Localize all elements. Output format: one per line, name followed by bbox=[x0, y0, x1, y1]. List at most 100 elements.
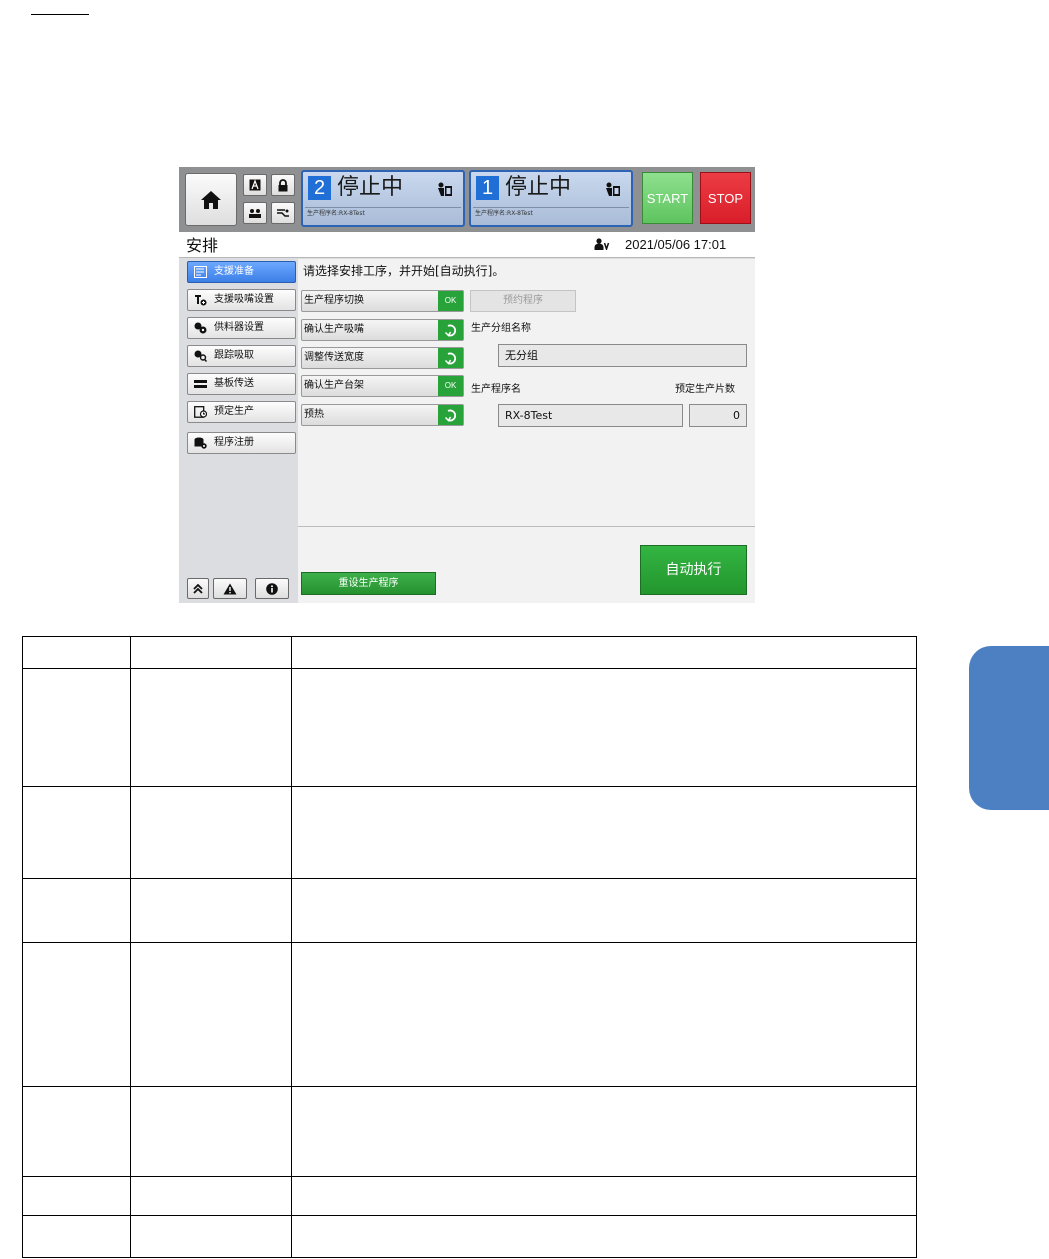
planned-count-label: 预定生产片数 bbox=[675, 384, 735, 395]
instruction-text: 请选择安排工序，并开始[自动执行]。 bbox=[303, 264, 505, 278]
start-button[interactable]: START bbox=[642, 172, 693, 224]
home-button[interactable] bbox=[185, 173, 237, 226]
chapter-side-tab bbox=[969, 646, 1049, 810]
table-cell bbox=[130, 878, 292, 943]
table-row bbox=[22, 668, 917, 787]
sidebar-item-board-transfer[interactable]: 基板传送 bbox=[187, 373, 296, 395]
table-cell bbox=[22, 878, 131, 943]
warning-icon bbox=[223, 583, 237, 594]
lane-1-status[interactable]: 1 停止中 生产程序名:RX-8Test bbox=[469, 170, 633, 227]
sidebar-item-label: 支援吸嘴设置 bbox=[214, 294, 274, 305]
table-cell bbox=[130, 1215, 292, 1258]
sidebar-item-program-register[interactable]: 程序注册 bbox=[187, 432, 296, 454]
group-name-label: 生产分组名称 bbox=[471, 323, 531, 334]
table-cell bbox=[130, 1086, 292, 1177]
hmi-screen: 2 停止中 生产程序名:RX-8Test 1 停止中 生产程序名:RX-8Tes… bbox=[179, 167, 755, 603]
table-cell bbox=[291, 786, 917, 879]
language-icon bbox=[249, 179, 261, 191]
users-button[interactable] bbox=[243, 202, 267, 224]
operator-clipboard-icon bbox=[438, 182, 452, 196]
warning-button[interactable] bbox=[213, 578, 247, 599]
table-cell bbox=[22, 636, 131, 669]
table-row bbox=[22, 1215, 917, 1258]
main-content: 请选择安排工序，并开始[自动执行]。 生产程序切换 OK 确认生产吸嘴 调整传送… bbox=[298, 259, 755, 603]
step-ok-badge: OK bbox=[438, 376, 463, 396]
hmi-header: 2 停止中 生产程序名:RX-8Test 1 停止中 生产程序名:RX-8Tes… bbox=[179, 167, 755, 232]
lane-2-status[interactable]: 2 停止中 生产程序名:RX-8Test bbox=[301, 170, 465, 227]
step-adjust-width[interactable]: 调整传送宽度 bbox=[301, 347, 464, 369]
tracking-icon bbox=[194, 350, 207, 362]
table-row bbox=[22, 878, 917, 943]
table-cell bbox=[291, 1086, 917, 1177]
description-table bbox=[22, 636, 917, 1258]
table-cell bbox=[22, 668, 131, 787]
sidebar-item-label: 程序注册 bbox=[214, 437, 254, 448]
checklist-icon bbox=[194, 266, 207, 278]
table-cell bbox=[22, 1176, 131, 1216]
lane-2-program: 生产程序名:RX-8Test bbox=[305, 207, 461, 223]
lane-1-state: 停止中 bbox=[505, 175, 572, 200]
step-label: 确认生产吸嘴 bbox=[304, 324, 364, 335]
info-button[interactable] bbox=[255, 578, 289, 599]
table-cell bbox=[291, 1176, 917, 1216]
reserve-program-button[interactable]: 预约程序 bbox=[470, 290, 576, 312]
schedule-icon bbox=[194, 406, 207, 418]
collapse-button[interactable] bbox=[187, 578, 209, 599]
table-row bbox=[22, 942, 917, 1087]
table-cell bbox=[130, 942, 292, 1087]
double-chevron-up-icon bbox=[193, 583, 203, 594]
step-label: 预热 bbox=[304, 409, 324, 420]
table-cell bbox=[291, 668, 917, 787]
sidebar-item-tracking-pickup[interactable]: 跟踪吸取 bbox=[187, 345, 296, 367]
sidebar-item-planned-production[interactable]: 预定生产 bbox=[187, 401, 296, 423]
table-header-row bbox=[22, 636, 917, 669]
step-preheat[interactable]: 预热 bbox=[301, 404, 464, 426]
program-name-field[interactable]: RX-8Test bbox=[498, 404, 683, 427]
table-row bbox=[22, 1086, 917, 1177]
sidebar-item-label: 跟踪吸取 bbox=[214, 350, 254, 361]
table-cell bbox=[130, 636, 292, 669]
lock-icon bbox=[278, 178, 288, 191]
group-name-field[interactable]: 无分组 bbox=[498, 344, 747, 367]
lock-button[interactable] bbox=[271, 174, 295, 196]
lane-2-state: 停止中 bbox=[337, 175, 404, 200]
title-bar: 安排 2021/05/06 17:01 bbox=[179, 232, 755, 258]
sidebar-item-feeder-setup[interactable]: 供料器设置 bbox=[187, 317, 296, 339]
step-confirm-nozzle[interactable]: 确认生产吸嘴 bbox=[301, 319, 464, 341]
table-cell bbox=[291, 636, 917, 669]
go-arrow-icon bbox=[444, 324, 456, 337]
auto-execute-button[interactable]: 自动执行 bbox=[640, 545, 747, 595]
table-cell bbox=[130, 1176, 292, 1216]
table-cell bbox=[22, 786, 131, 879]
screen-title: 安排 bbox=[186, 236, 219, 255]
reset-program-button[interactable]: 重设生产程序 bbox=[301, 572, 436, 595]
table-cell bbox=[130, 786, 292, 879]
lane-2-number: 2 bbox=[308, 176, 331, 200]
step-label: 调整传送宽度 bbox=[304, 352, 364, 363]
table-cell bbox=[22, 1215, 131, 1258]
network-button[interactable] bbox=[271, 202, 295, 224]
sidebar-item-label: 预定生产 bbox=[214, 406, 254, 417]
step-label: 确认生产台架 bbox=[304, 380, 364, 391]
sidebar-item-nozzle-setup[interactable]: 支援吸嘴设置 bbox=[187, 289, 296, 311]
program-name-label: 生产程序名 bbox=[471, 384, 521, 395]
header-rule bbox=[31, 14, 89, 15]
sidebar-item-label: 基板传送 bbox=[214, 378, 254, 389]
table-cell bbox=[22, 1086, 131, 1177]
step-confirm-table[interactable]: 确认生产台架 OK bbox=[301, 375, 464, 397]
stop-button[interactable]: STOP bbox=[700, 172, 751, 224]
sidebar-item-label: 供料器设置 bbox=[214, 322, 264, 333]
info-icon bbox=[266, 582, 278, 595]
nozzle-add-icon bbox=[195, 295, 207, 306]
users-icon bbox=[249, 209, 261, 218]
sidebar-item-label: 支援准备 bbox=[214, 266, 254, 277]
sidebar-item-support-prep[interactable]: 支援准备 bbox=[187, 261, 296, 283]
step-label: 生产程序切换 bbox=[304, 295, 364, 306]
language-button[interactable] bbox=[243, 174, 267, 196]
table-cell bbox=[130, 668, 292, 787]
conveyor-icon bbox=[194, 380, 207, 388]
operator-icon bbox=[594, 238, 610, 250]
feeder-icon bbox=[194, 322, 207, 334]
planned-count-field[interactable]: 0 bbox=[689, 404, 747, 427]
step-program-switch[interactable]: 生产程序切换 OK bbox=[301, 290, 464, 312]
